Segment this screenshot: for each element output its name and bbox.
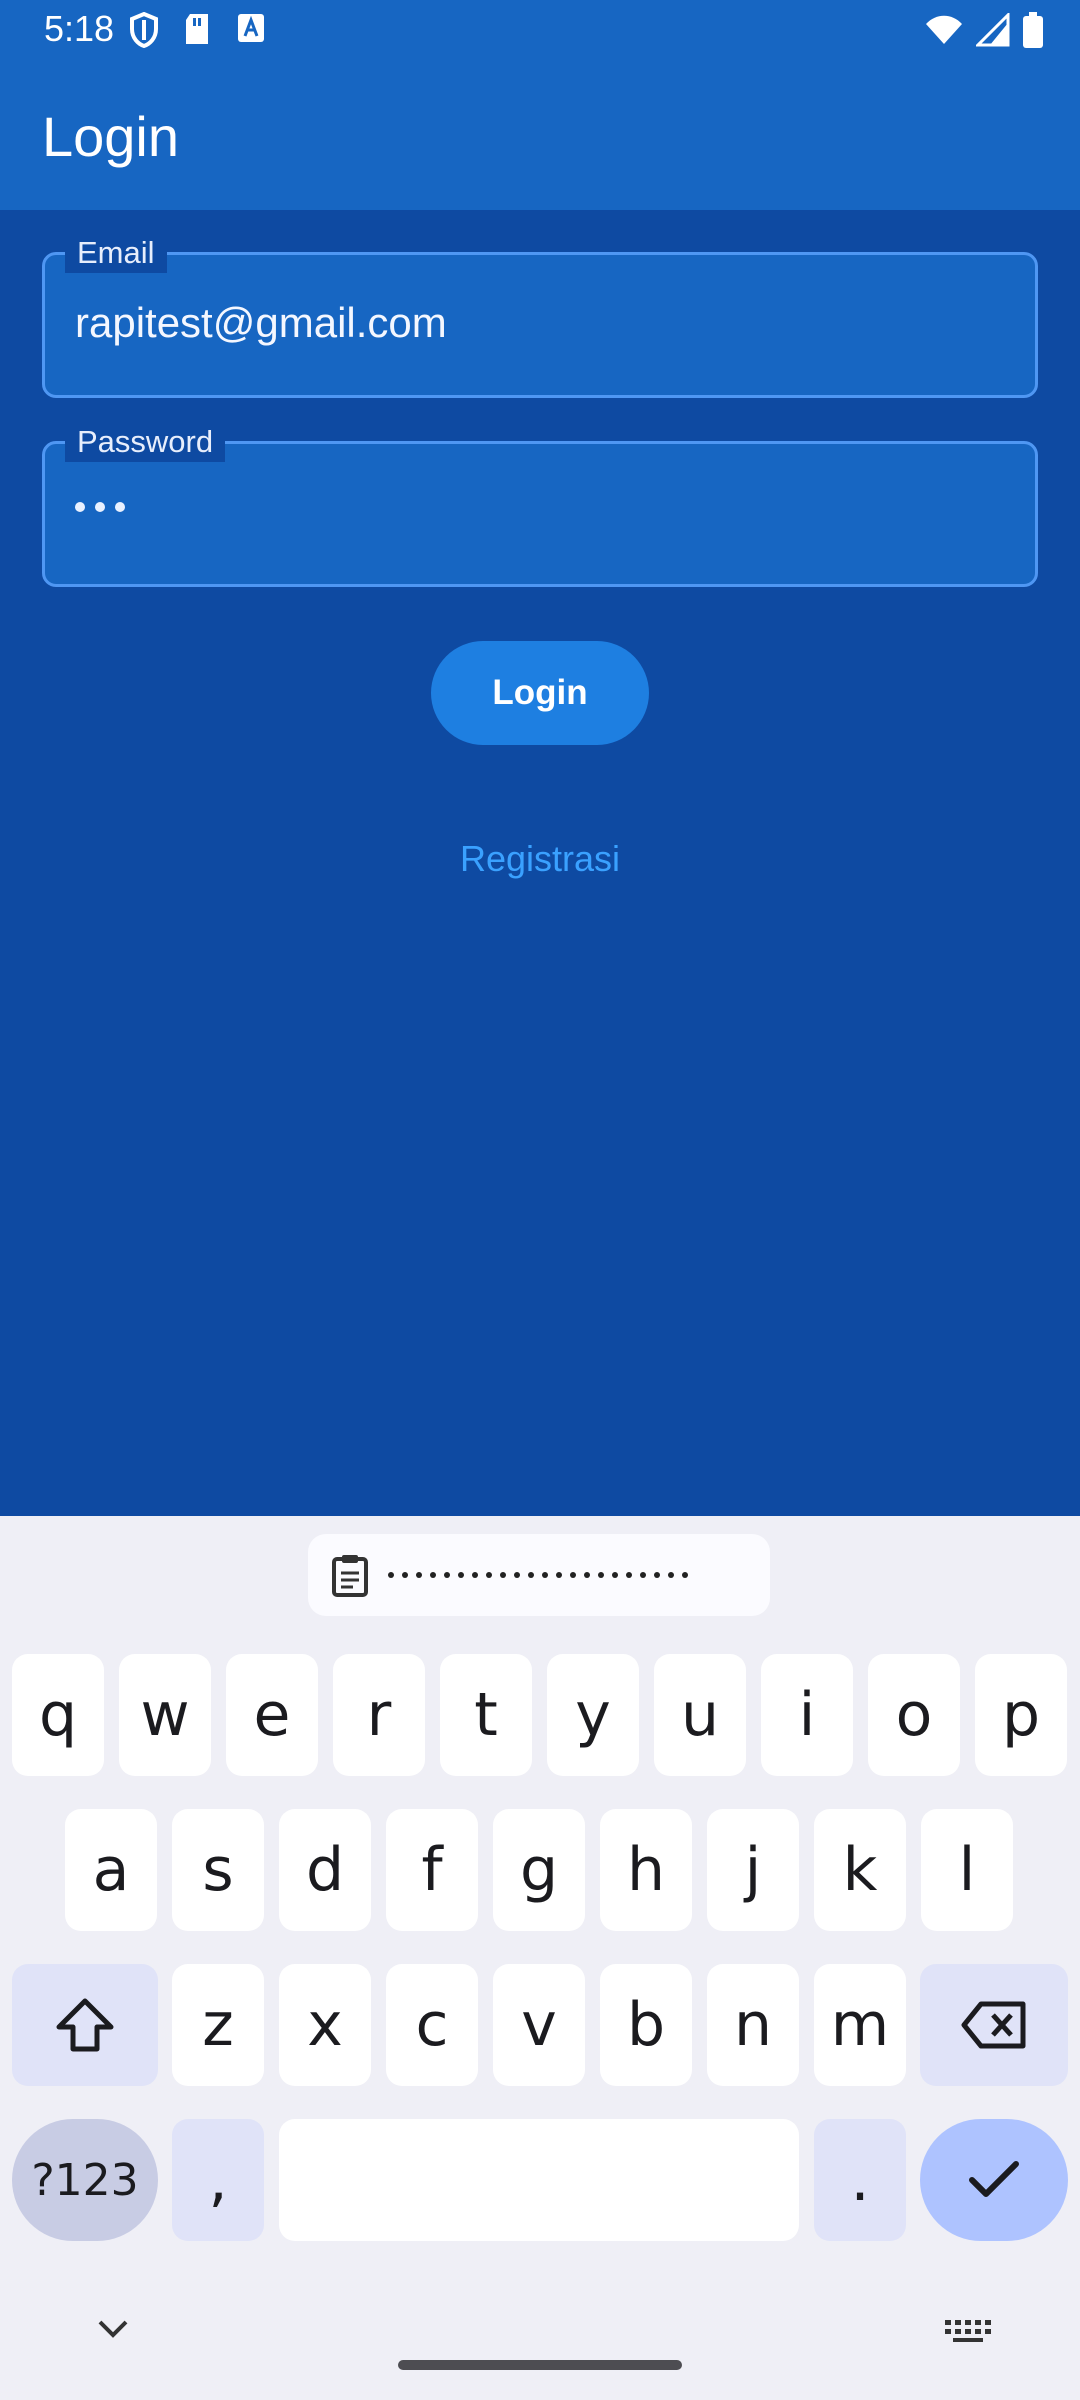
key-b[interactable]: b — [600, 1964, 692, 2086]
sd-card-icon — [186, 14, 208, 44]
period-key[interactable]: . — [814, 2119, 906, 2241]
key-r[interactable]: r — [333, 1654, 425, 1776]
key-u[interactable]: u — [654, 1654, 746, 1776]
checkmark-icon — [969, 2161, 1019, 2197]
register-link[interactable]: Registrasi — [0, 838, 1080, 880]
clipboard-dot — [598, 1572, 604, 1578]
keyboard-bottom-bar — [0, 2290, 1080, 2400]
clipboard-dot — [584, 1572, 590, 1578]
clipboard-dot — [528, 1572, 534, 1578]
key-s[interactable]: s — [172, 1809, 264, 1931]
status-time: 5:18 — [44, 8, 115, 49]
enter-key[interactable] — [920, 2119, 1068, 2241]
status-icons-left — [130, 12, 266, 48]
key-l[interactable]: l — [921, 1809, 1013, 1931]
clipboard-dot — [640, 1572, 646, 1578]
translate-icon — [238, 14, 264, 42]
clipboard-dot — [626, 1572, 632, 1578]
clipboard-dot — [542, 1572, 548, 1578]
key-i[interactable]: i — [761, 1654, 853, 1776]
key-f[interactable]: f — [386, 1809, 478, 1931]
status-icons-right — [924, 12, 1044, 48]
clipboard-masked-text — [388, 1572, 688, 1578]
clipboard-dot — [654, 1572, 660, 1578]
shift-key[interactable] — [12, 1964, 158, 2086]
clipboard-dot — [486, 1572, 492, 1578]
comma-key[interactable]: , — [172, 2119, 264, 2241]
clipboard-dot — [416, 1572, 422, 1578]
clipboard-dot — [668, 1572, 674, 1578]
email-label: Email — [65, 233, 167, 273]
clipboard-dot — [500, 1572, 506, 1578]
key-d[interactable]: d — [279, 1809, 371, 1931]
shift-icon — [56, 1998, 114, 2052]
key-n[interactable]: n — [707, 1964, 799, 2086]
space-key[interactable] — [279, 2119, 799, 2241]
key-p[interactable]: p — [975, 1654, 1067, 1776]
key-e[interactable]: e — [226, 1654, 318, 1776]
chevron-down-icon[interactable] — [96, 2318, 130, 2340]
wifi-icon — [926, 15, 962, 44]
status-bar: 5:18 — [0, 0, 1080, 62]
key-h[interactable]: h — [600, 1809, 692, 1931]
clipboard-dot — [458, 1572, 464, 1578]
key-o[interactable]: o — [868, 1654, 960, 1776]
page-title: Login — [42, 105, 180, 168]
symbols-key[interactable]: ?123 — [12, 2119, 158, 2241]
key-w[interactable]: w — [119, 1654, 211, 1776]
key-x[interactable]: x — [279, 1964, 371, 2086]
key-a[interactable]: a — [65, 1809, 157, 1931]
home-indicator[interactable] — [398, 2360, 682, 2370]
cell-signal-icon — [976, 13, 1010, 47]
clipboard-suggestion[interactable] — [308, 1534, 770, 1616]
key-g[interactable]: g — [493, 1809, 585, 1931]
login-button[interactable]: Login — [431, 641, 649, 745]
key-j[interactable]: j — [707, 1809, 799, 1931]
key-m[interactable]: m — [814, 1964, 906, 2086]
key-c[interactable]: c — [386, 1964, 478, 2086]
clipboard-dot — [514, 1572, 520, 1578]
key-v[interactable]: v — [493, 1964, 585, 2086]
password-dot — [75, 502, 85, 512]
clipboard-dot — [472, 1572, 478, 1578]
clipboard-dot — [388, 1572, 394, 1578]
password-dot — [95, 502, 105, 512]
backspace-key[interactable] — [920, 1964, 1068, 2086]
clipboard-dot — [570, 1572, 576, 1578]
clipboard-dot — [402, 1572, 408, 1578]
password-mask — [75, 502, 125, 512]
shield-icon — [130, 12, 158, 48]
clipboard-dot — [430, 1572, 436, 1578]
keyboard-switcher-icon[interactable] — [945, 2320, 991, 2342]
battery-icon — [1023, 12, 1043, 48]
key-q[interactable]: q — [12, 1654, 104, 1776]
clipboard-dot — [682, 1572, 688, 1578]
email-field[interactable]: Email rapitest@gmail.com — [42, 233, 1038, 398]
backspace-icon — [961, 2001, 1026, 2049]
password-dot — [115, 502, 125, 512]
password-label: Password — [65, 422, 226, 462]
clipboard-dot — [444, 1572, 450, 1578]
email-value: rapitest@gmail.com — [75, 299, 447, 346]
on-screen-keyboard: qwertyuiop asdfghjkl zxcvbnm ?123 , . — [0, 1516, 1080, 2400]
app-bar: Login — [0, 62, 1080, 210]
key-k[interactable]: k — [814, 1809, 906, 1931]
clipboard-dot — [556, 1572, 562, 1578]
password-field[interactable]: Password — [42, 422, 1038, 587]
key-t[interactable]: t — [440, 1654, 532, 1776]
clipboard-icon — [332, 1555, 368, 1597]
clipboard-dot — [612, 1572, 618, 1578]
key-y[interactable]: y — [547, 1654, 639, 1776]
key-z[interactable]: z — [172, 1964, 264, 2086]
